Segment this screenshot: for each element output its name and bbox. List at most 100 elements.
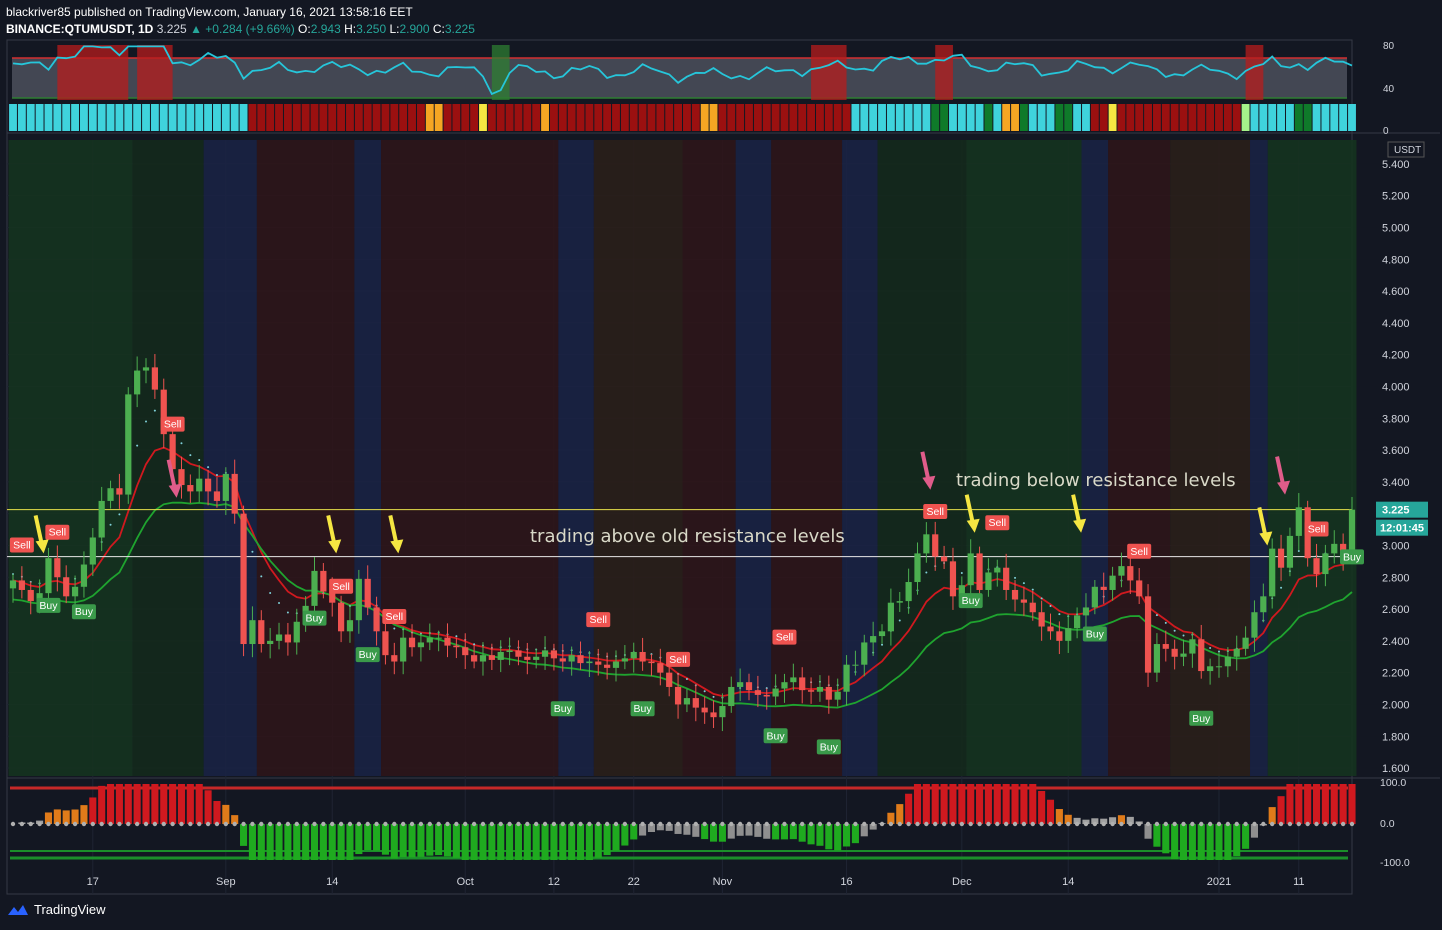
heat-cell: [434, 104, 443, 131]
candle-body: [1286, 535, 1294, 568]
osc-zero-dot: [1172, 821, 1177, 827]
dotted-average-point: [685, 677, 688, 680]
osc-zero-dot: [19, 821, 25, 827]
dotted-average-point: [1040, 597, 1043, 600]
candle-body: [1269, 548, 1276, 597]
tradingview-logo[interactable]: TradingView: [6, 902, 106, 917]
heat-cell: [1250, 104, 1259, 131]
osc-zero-dot: [525, 821, 530, 827]
buy-signal-label: Buy: [1189, 710, 1214, 726]
heat-cell: [1241, 104, 1250, 131]
heat-cell: [124, 104, 133, 131]
heat-cell: [17, 104, 26, 131]
signal-text: Buy: [767, 730, 786, 742]
osc-bar: [435, 824, 443, 856]
osc-zero-dot: [1323, 821, 1328, 827]
heat-cell: [1277, 104, 1285, 131]
osc-zero-dot: [622, 821, 628, 827]
heat-cell: [620, 104, 629, 131]
heat-cell: [878, 104, 886, 131]
heat-cell: [372, 104, 381, 131]
sell-signal-label: Sell: [1304, 521, 1329, 537]
heat-cell: [1135, 104, 1144, 131]
rsi-tick: 0: [1383, 126, 1389, 137]
osc-zero-dot: [276, 821, 282, 827]
candle-body: [18, 580, 25, 590]
countdown-text: 12:01:45: [1380, 523, 1424, 535]
osc-bar: [1277, 796, 1285, 824]
candle-body: [125, 394, 132, 495]
candle-body: [45, 558, 52, 594]
osc-zero-dot: [888, 821, 894, 827]
sell-signal-label: Sell: [666, 651, 691, 667]
price-tick-label: 3.600: [1382, 445, 1410, 457]
candle-body: [391, 655, 398, 662]
heat-cell: [753, 104, 762, 131]
osc-zero-dot: [338, 821, 344, 827]
heat-cell: [159, 104, 168, 131]
osc-bar: [133, 784, 141, 824]
price-tick-label: 4.200: [1382, 350, 1410, 362]
candle-body: [870, 636, 877, 643]
heat-cell: [940, 104, 949, 131]
heat-cell: [1108, 104, 1117, 131]
osc-zero-dot: [1057, 821, 1062, 827]
dotted-average-point: [251, 550, 254, 553]
candle-body: [1295, 507, 1302, 536]
osc-bar: [718, 824, 726, 842]
candle-body: [426, 637, 433, 643]
osc-bar: [302, 824, 310, 860]
candle-body: [861, 642, 868, 665]
candle-body: [550, 650, 558, 659]
candle-body: [719, 706, 726, 718]
candle-body: [825, 686, 832, 700]
candle-body: [648, 661, 655, 664]
osc-bar: [275, 824, 283, 860]
osc-zero-dot: [862, 821, 867, 827]
osc-zero-dot: [161, 821, 166, 827]
osc-bar: [905, 793, 913, 824]
osc-bar: [772, 824, 780, 840]
time-tick-label: Oct: [457, 876, 474, 888]
osc-zero-dot: [232, 821, 237, 827]
osc-bar: [940, 784, 948, 824]
osc-zero-dot: [693, 821, 699, 827]
price-tick-label: 3.000: [1382, 540, 1410, 552]
dotted-average-point: [118, 513, 121, 516]
osc-tick-label: -100.0: [1380, 857, 1410, 869]
buy-signal-label: Buy: [816, 739, 841, 755]
candle-body: [807, 690, 815, 692]
osc-zero-dot: [418, 821, 424, 827]
osc-bar: [151, 784, 159, 824]
price-chart[interactable]: Sell Sell Buy Buy Sell Buy Sell Buy Sell Sell Buy S…: [0, 0, 1442, 930]
signal-text: Sell: [669, 654, 687, 666]
background-band: [1108, 140, 1171, 776]
candle-body: [604, 664, 611, 668]
heat-cell: [576, 104, 585, 131]
buy-signal-label: Buy: [71, 604, 96, 620]
dotted-average-point: [189, 454, 192, 457]
heat-cell: [851, 104, 860, 131]
candle-body: [1153, 644, 1161, 673]
osc-bar: [488, 824, 496, 860]
candle-body: [515, 650, 522, 657]
candle-body: [9, 580, 17, 589]
heat-cell: [346, 104, 354, 131]
candle-body: [1233, 648, 1240, 657]
osc-bar: [1304, 784, 1312, 824]
osc-zero-dot: [1066, 821, 1071, 827]
osc-bar: [585, 824, 593, 860]
background-band: [966, 140, 1082, 776]
time-tick-label: 16: [840, 876, 852, 888]
osc-zero-dot: [1207, 821, 1213, 827]
dotted-average-point: [1297, 550, 1300, 553]
osc-bar: [922, 784, 930, 824]
candle-body: [1100, 586, 1107, 590]
heat-cell: [1082, 104, 1090, 131]
candle-body: [1322, 553, 1329, 575]
time-tick-label: Dec: [952, 876, 972, 888]
signal-text: Sell: [776, 632, 794, 644]
osc-zero-dot: [675, 821, 681, 827]
osc-bar: [1029, 784, 1037, 824]
heat-cell: [257, 104, 266, 131]
